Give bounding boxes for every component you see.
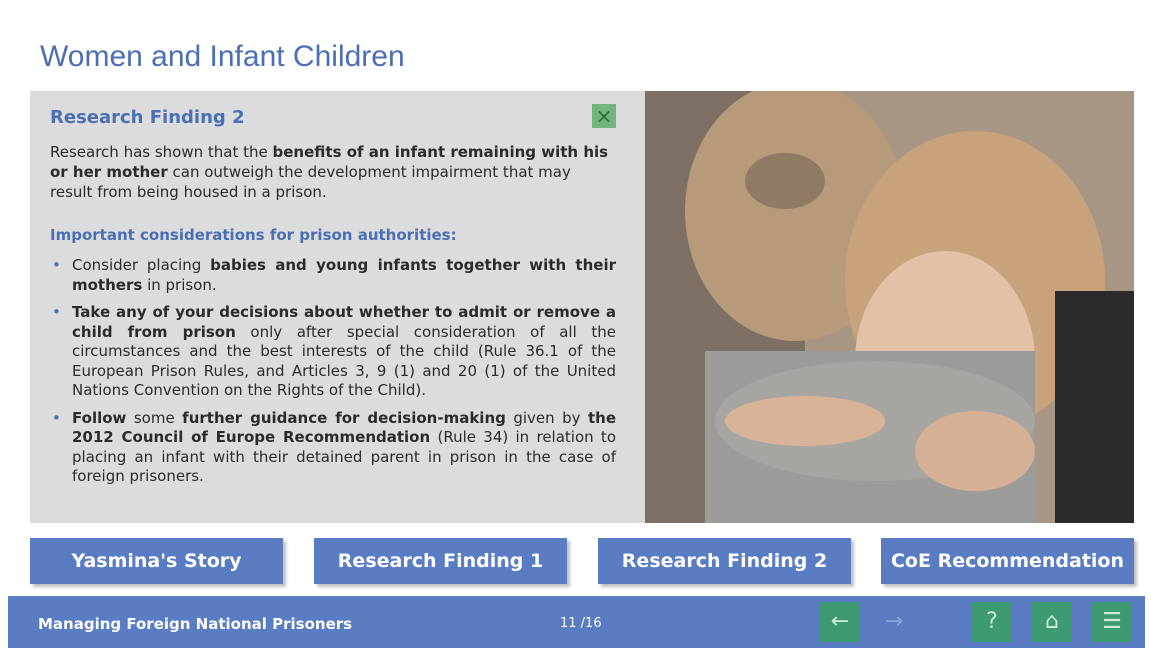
intro-text: Research has shown that the benefits of … (50, 142, 616, 202)
intro-text-part: Research has shown that the (50, 143, 273, 161)
yasminas-story-button[interactable]: Yasmina's Story (30, 538, 283, 584)
button-label: Research Finding 2 (621, 550, 828, 572)
page-counter: 11 /16 (560, 616, 602, 631)
course-title: Managing Foreign National Prisoners (38, 615, 353, 633)
home-icon[interactable]: ⌂ (1032, 602, 1072, 642)
mother-child-photo (645, 91, 1134, 523)
research-finding-1-button[interactable]: Research Finding 1 (314, 538, 567, 584)
bullet-icon: • (52, 256, 61, 274)
list-item-text: Consider placing (72, 256, 211, 274)
panel-heading: Research Finding 2 (50, 107, 245, 128)
button-label: Research Finding 1 (337, 550, 544, 572)
close-icon[interactable]: × (592, 104, 616, 128)
photo-illustration (645, 91, 1134, 523)
help-icon[interactable]: ? (972, 602, 1012, 642)
page-title: Women and Infant Children (40, 40, 405, 73)
bullet-icon: • (52, 303, 61, 321)
list-item: • Follow some further guidance for decis… (50, 409, 616, 487)
list-item-text: given by (505, 408, 588, 427)
button-label: Yasmina's Story (71, 550, 242, 572)
list-item-text: in prison. (142, 275, 217, 294)
considerations-list: • Consider placing babies and young infa… (50, 256, 616, 495)
next-arrow-icon: → (884, 609, 904, 634)
list-item-bold: Follow (72, 408, 127, 427)
list-item-text: some (126, 408, 183, 427)
button-label: CoE Recommendation (890, 550, 1125, 572)
list-item: • Consider placing babies and young infa… (50, 256, 616, 295)
considerations-heading: Important considerations for prison auth… (50, 226, 457, 244)
menu-icon[interactable]: ☰ (1092, 602, 1132, 642)
list-item-bold: further guidance for decision-making (182, 408, 506, 427)
back-arrow-icon[interactable]: ← (820, 602, 860, 642)
footer-bar: Managing Foreign National Prisoners 11 /… (8, 596, 1145, 648)
list-item: • Take any of your decisions about wheth… (50, 303, 616, 401)
research-finding-2-button[interactable]: Research Finding 2 (598, 538, 851, 584)
bullet-icon: • (52, 408, 61, 427)
coe-recommendation-button[interactable]: CoE Recommendation (881, 538, 1134, 584)
